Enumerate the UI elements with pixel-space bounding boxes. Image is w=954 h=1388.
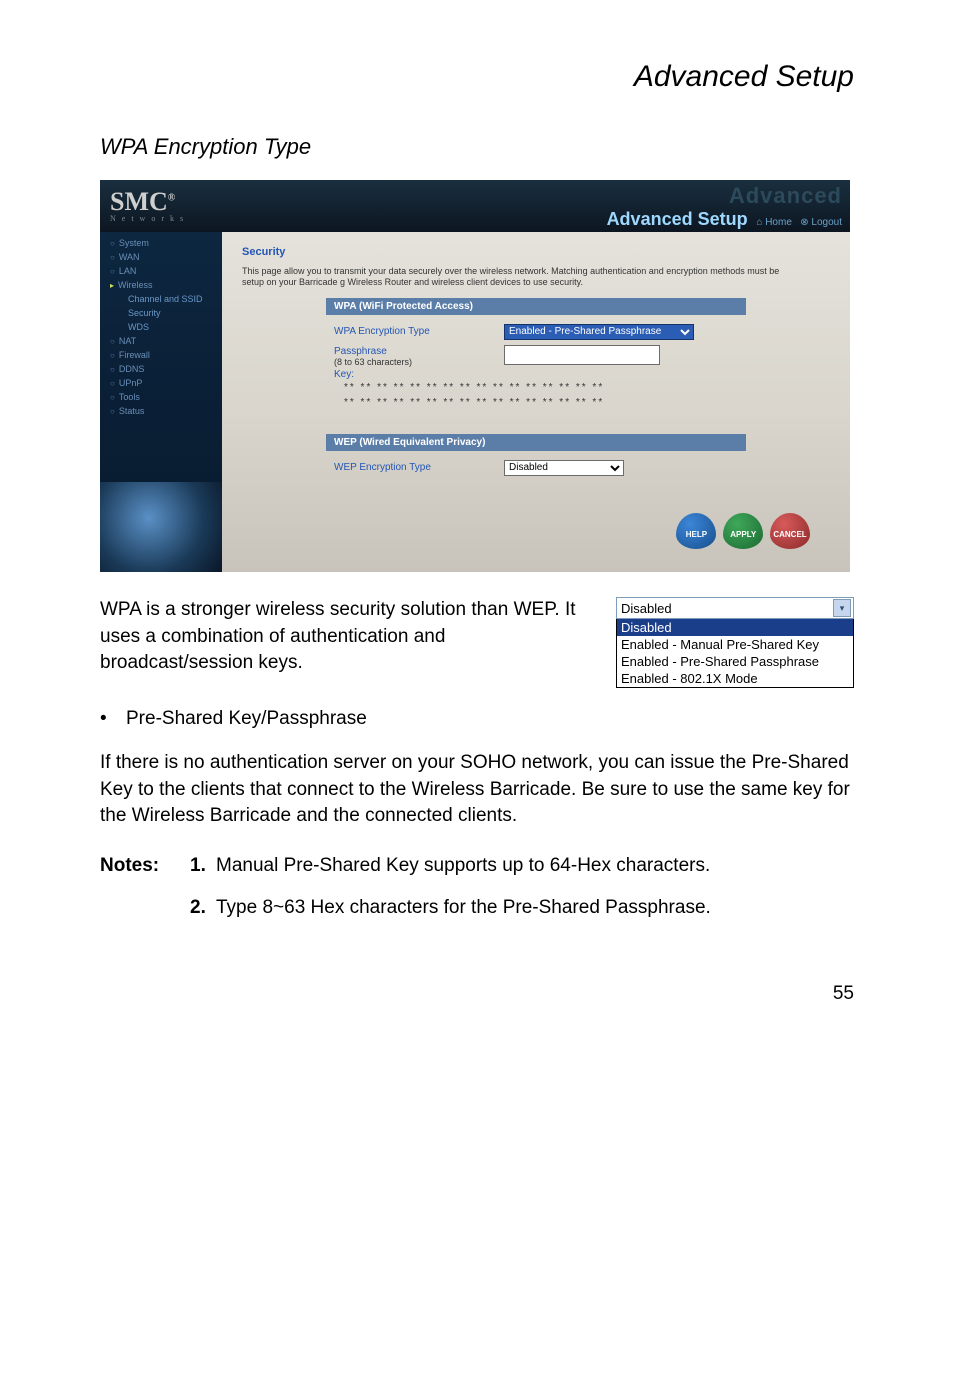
- bullet-icon: •: [100, 708, 126, 730]
- sidebar-item-nat[interactable]: NAT: [100, 334, 222, 348]
- sidebar-item-firewall[interactable]: Firewall: [100, 348, 222, 362]
- bullet-text: Pre-Shared Key/Passphrase: [126, 708, 367, 729]
- home-icon[interactable]: ⌂: [756, 217, 765, 228]
- dropdown-option-disabled[interactable]: Disabled: [617, 619, 853, 636]
- sidebar-item-system[interactable]: System: [100, 236, 222, 250]
- wpa-encryption-type-select[interactable]: Enabled - Pre-Shared Passphrase: [504, 324, 694, 340]
- wpa-encryption-type-label: WPA Encryption Type: [334, 326, 504, 337]
- wpa-description-text: WPA is a stronger wireless security solu…: [100, 597, 586, 677]
- note-1-text: Manual Pre-Shared Key supports up to 64-…: [216, 852, 854, 881]
- smc-logo: SMC® N e t w o r k s: [110, 189, 185, 223]
- section-heading: WPA Encryption Type: [100, 134, 854, 160]
- apply-button[interactable]: APPLY: [723, 513, 763, 549]
- key-dots-line1: ** ** ** ** ** ** ** ** ** ** ** ** ** *…: [334, 380, 738, 395]
- bullet-pre-shared-key: •Pre-Shared Key/Passphrase: [100, 708, 854, 730]
- key-label: Key:: [334, 369, 738, 380]
- sidebar-item-tools[interactable]: Tools: [100, 390, 222, 404]
- sidebar-item-wireless[interactable]: Wireless: [100, 278, 222, 292]
- notes-block: Notes: 1. Manual Pre-Shared Key supports…: [100, 852, 854, 923]
- logo-text: SMC: [110, 187, 168, 216]
- sidebar-item-wan[interactable]: WAN: [100, 250, 222, 264]
- wpa-panel: WPA (WiFi Protected Access) WPA Encrypti…: [326, 298, 746, 420]
- content-title: Security: [242, 246, 830, 258]
- screenshot-header: SMC® N e t w o r k s Advanced Advanced S…: [100, 180, 850, 232]
- dropdown-selected-label: Disabled: [621, 601, 672, 616]
- wep-encryption-type-label: WEP Encryption Type: [334, 462, 504, 473]
- wep-panel-title: WEP (Wired Equivalent Privacy): [326, 434, 746, 451]
- dropdown-illustration: Disabled ▾ Disabled Enabled - Manual Pre…: [616, 597, 854, 688]
- content-description: This page allow you to transmit your dat…: [242, 266, 802, 288]
- sidebar-item-upnp[interactable]: UPnP: [100, 376, 222, 390]
- dropdown-option-pre-shared-passphrase[interactable]: Enabled - Pre-Shared Passphrase: [617, 653, 853, 670]
- page-number: 55: [100, 983, 854, 1005]
- notes-label: Notes:: [100, 852, 190, 881]
- sidebar-sub-wds[interactable]: WDS: [100, 320, 222, 334]
- sidebar-sub-channel-ssid[interactable]: Channel and SSID: [100, 292, 222, 306]
- dropdown-list: Disabled Enabled - Manual Pre-Shared Key…: [616, 619, 854, 688]
- note-2-number: 2.: [190, 894, 216, 923]
- home-link[interactable]: Home: [765, 217, 792, 228]
- sidebar-item-status[interactable]: Status: [100, 404, 222, 418]
- page-header: Advanced Setup: [100, 60, 854, 94]
- screenshot-content: Security This page allow you to transmit…: [222, 232, 850, 572]
- dropdown-selected[interactable]: Disabled ▾: [616, 597, 854, 619]
- header-right: Advanced Advanced Setup ⌂ Home ⊗ Logout: [607, 183, 842, 230]
- notes-label-spacer: [100, 894, 190, 923]
- dropdown-option-manual-psk[interactable]: Enabled - Manual Pre-Shared Key: [617, 636, 853, 653]
- sidebar-decorative-image: [100, 482, 222, 572]
- router-admin-screenshot: SMC® N e t w o r k s Advanced Advanced S…: [100, 180, 850, 572]
- sidebar-sub-security[interactable]: Security: [100, 306, 222, 320]
- sidebar-item-lan[interactable]: LAN: [100, 264, 222, 278]
- wpa-panel-title: WPA (WiFi Protected Access): [326, 298, 746, 315]
- logo-subtext: N e t w o r k s: [110, 215, 185, 223]
- paragraph-no-auth-server: If there is no authentication server on …: [100, 750, 854, 830]
- passphrase-input[interactable]: [504, 345, 660, 365]
- logout-link[interactable]: Logout: [811, 217, 842, 228]
- wep-encryption-type-select[interactable]: Disabled: [504, 460, 624, 476]
- chevron-down-icon[interactable]: ▾: [833, 599, 851, 617]
- button-row: HELP APPLY CANCEL: [242, 503, 830, 549]
- logout-icon[interactable]: ⊗: [800, 217, 811, 228]
- advanced-ghost-text: Advanced: [607, 183, 842, 209]
- help-button[interactable]: HELP: [676, 513, 716, 549]
- key-dots-line2: ** ** ** ** ** ** ** ** ** ** ** ** ** *…: [334, 395, 738, 410]
- sidebar-item-ddns[interactable]: DDNS: [100, 362, 222, 376]
- wep-panel: WEP (Wired Equivalent Privacy) WEP Encry…: [326, 434, 746, 489]
- cancel-button[interactable]: CANCEL: [770, 513, 810, 549]
- note-1-number: 1.: [190, 852, 216, 881]
- sidebar: System WAN LAN Wireless Channel and SSID…: [100, 232, 222, 572]
- dropdown-option-8021x[interactable]: Enabled - 802.1X Mode: [617, 670, 853, 687]
- advanced-setup-label: Advanced Setup: [607, 209, 748, 230]
- note-2-text: Type 8~63 Hex characters for the Pre-Sha…: [216, 894, 854, 923]
